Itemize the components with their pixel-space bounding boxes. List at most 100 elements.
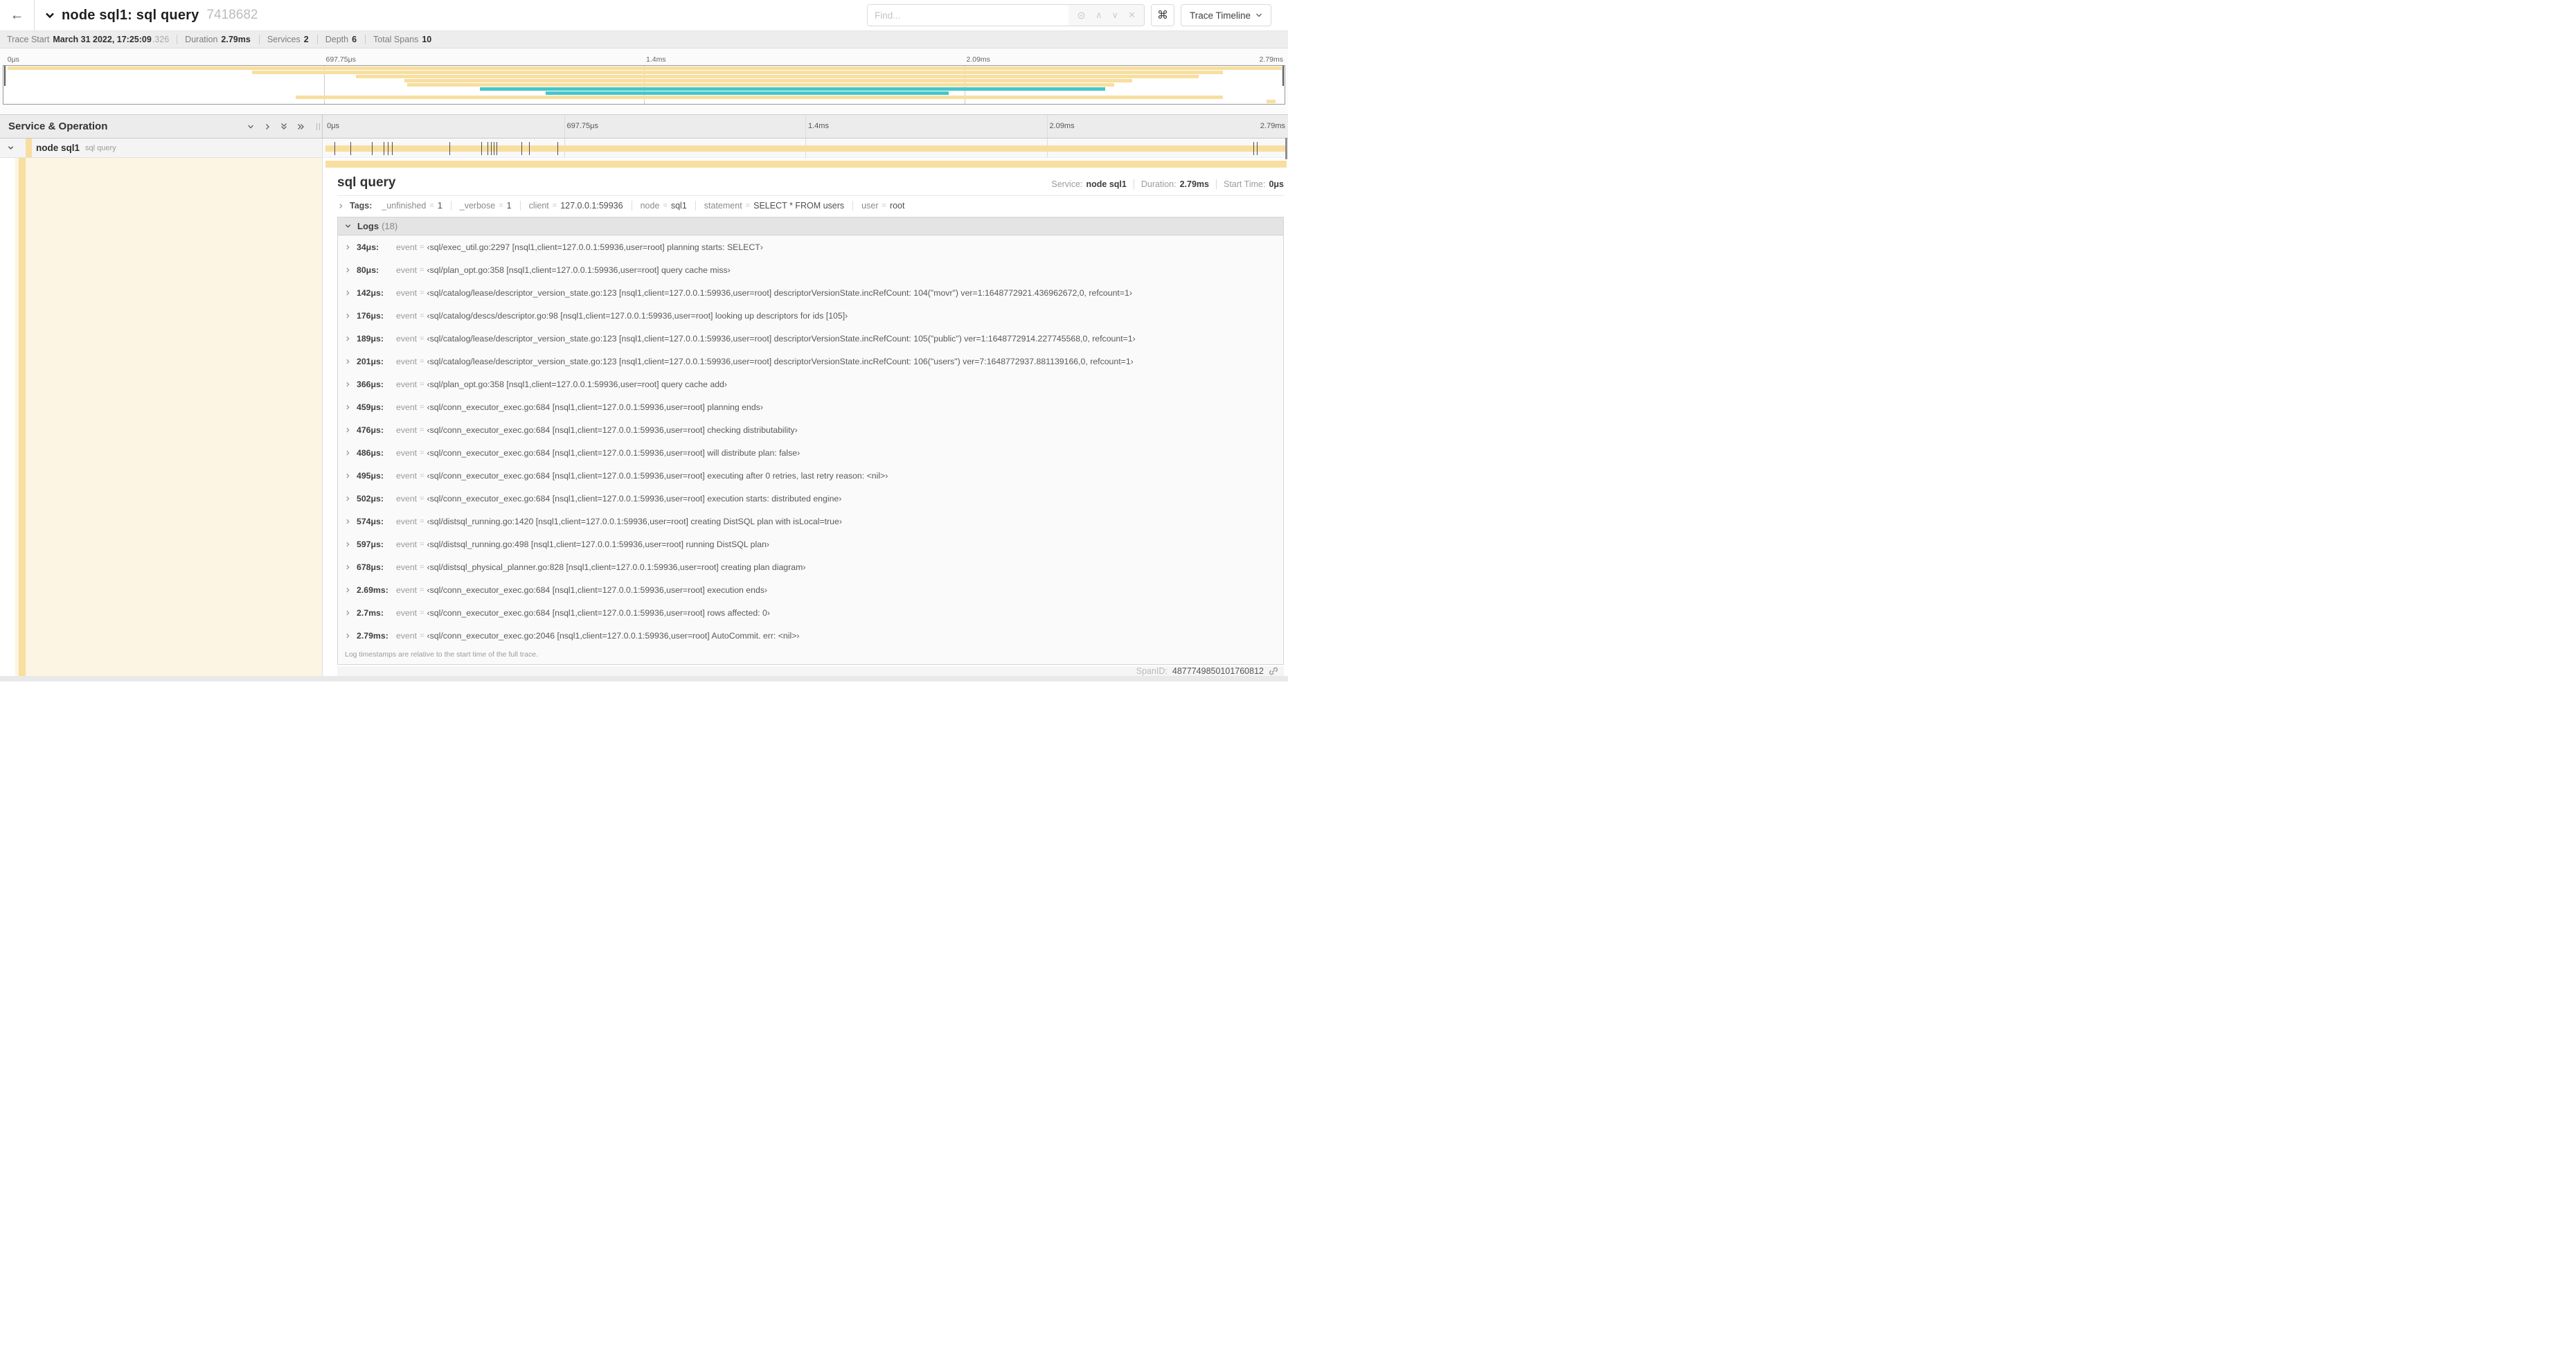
- log-value: ‹sql/conn_executor_exec.go:684 [nsql1,cl…: [427, 585, 768, 595]
- vertical-scrollbar-thumb[interactable]: [1285, 138, 1287, 159]
- tag-key: client: [528, 201, 549, 211]
- log-row[interactable]: 176μs: event = ‹sql/catalog/descs/descri…: [338, 304, 1283, 327]
- log-expand-chevron-icon[interactable]: [344, 335, 351, 342]
- log-expand-chevron-icon[interactable]: [344, 404, 351, 411]
- log-expand-chevron-icon[interactable]: [344, 312, 351, 319]
- log-row[interactable]: 678μs: event = ‹sql/distsql_physical_pla…: [338, 555, 1283, 578]
- log-field: event: [396, 379, 418, 389]
- span-id-row: SpanID: 4877749850101760812: [337, 666, 1284, 676]
- span-id-label: SpanID:: [1136, 666, 1168, 676]
- tags-expand-chevron-icon[interactable]: [337, 202, 344, 210]
- log-marker-tick: [481, 141, 483, 155]
- log-equals: =: [420, 288, 424, 297]
- log-row[interactable]: 459μs: event = ‹sql/conn_executor_exec.g…: [338, 395, 1283, 418]
- logs-collapse-chevron-icon[interactable]: [344, 222, 352, 230]
- minimap-time-labels: 0μs 697.75μs 1.4ms 2.09ms 2.79ms: [3, 55, 1285, 64]
- minimap-right-drag-handle[interactable]: [1282, 66, 1284, 86]
- logs-count: (18): [382, 221, 398, 231]
- log-equals: =: [420, 608, 424, 617]
- find-input[interactable]: [868, 5, 1069, 26]
- log-row[interactable]: 476μs: event = ‹sql/conn_executor_exec.g…: [338, 418, 1283, 441]
- minimap-left-drag-handle[interactable]: [4, 66, 6, 86]
- log-row[interactable]: 2.7ms: event = ‹sql/conn_executor_exec.g…: [338, 601, 1283, 624]
- log-expand-chevron-icon[interactable]: [344, 449, 351, 456]
- log-expand-chevron-icon[interactable]: [344, 587, 351, 594]
- span-row-name-cell[interactable]: node sql1 sql query: [0, 139, 322, 158]
- logs-header[interactable]: Logs (18): [338, 217, 1283, 235]
- tag-key: _unfinished: [382, 201, 427, 211]
- log-row[interactable]: 34μs: event = ‹sql/exec_util.go:2297 [ns…: [338, 235, 1283, 258]
- log-marker-tick: [557, 141, 558, 155]
- log-expand-chevron-icon[interactable]: [344, 289, 351, 296]
- log-row[interactable]: 366μs: event = ‹sql/plan_opt.go:358 [nsq…: [338, 373, 1283, 395]
- minimap-time-label: 0μs: [7, 55, 19, 64]
- span-collapse-chevron-icon[interactable]: [7, 144, 15, 152]
- log-field: event: [396, 447, 418, 458]
- log-expand-chevron-icon[interactable]: [344, 564, 351, 571]
- next-match-icon[interactable]: ∨: [1112, 10, 1119, 21]
- log-expand-chevron-icon[interactable]: [344, 267, 351, 274]
- log-value: ‹sql/plan_opt.go:358 [nsql1,client=127.0…: [427, 265, 731, 275]
- log-expand-chevron-icon[interactable]: [344, 381, 351, 388]
- log-expand-chevron-icon[interactable]: [344, 609, 351, 616]
- log-row[interactable]: 574μs: event = ‹sql/distsql_running.go:1…: [338, 510, 1283, 533]
- log-row[interactable]: 597μs: event = ‹sql/distsql_running.go:4…: [338, 533, 1283, 555]
- view-selector-label: Trace Timeline: [1189, 10, 1251, 21]
- span-detail-duration-bar[interactable]: [325, 161, 1287, 168]
- column-resizer-grip[interactable]: [316, 123, 320, 130]
- log-expand-chevron-icon[interactable]: [344, 244, 351, 251]
- log-row[interactable]: 486μs: event = ‹sql/conn_executor_exec.g…: [338, 441, 1283, 464]
- log-row[interactable]: 142μs: event = ‹sql/catalog/lease/descri…: [338, 281, 1283, 304]
- log-timestamp: 366μs:: [357, 379, 384, 389]
- trace-stats-bar: Trace Start March 31 2022, 17:25:09 .326…: [0, 31, 1288, 48]
- log-field: event: [396, 470, 418, 481]
- log-row[interactable]: 80μs: event = ‹sql/plan_opt.go:358 [nsql…: [338, 258, 1283, 281]
- clear-find-icon[interactable]: ✕: [1128, 10, 1136, 21]
- minimap-canvas[interactable]: [3, 65, 1285, 105]
- timeline-tick-label: 697.75μs: [566, 122, 598, 130]
- summary-label: Duration:: [1141, 179, 1177, 189]
- log-equals: =: [420, 494, 424, 503]
- log-equals: =: [420, 242, 424, 251]
- view-selector-button[interactable]: Trace Timeline: [1180, 4, 1271, 26]
- log-expand-chevron-icon[interactable]: [344, 541, 351, 548]
- log-timestamp: 574μs:: [357, 516, 384, 526]
- collapse-trace-chevron-icon[interactable]: [44, 11, 55, 19]
- stat-label: Duration: [185, 35, 218, 44]
- expand-all-icon[interactable]: [296, 123, 305, 131]
- log-expand-chevron-icon[interactable]: [344, 518, 351, 525]
- log-field: event: [396, 539, 418, 549]
- log-expand-chevron-icon[interactable]: [344, 472, 351, 479]
- minimap-span-bar: [251, 70, 1224, 75]
- match-locate-icon[interactable]: [1077, 11, 1086, 20]
- back-button[interactable]: ←: [0, 0, 35, 30]
- log-field: event: [396, 402, 418, 412]
- log-row[interactable]: 2.69ms: event = ‹sql/conn_executor_exec.…: [338, 578, 1283, 601]
- log-row[interactable]: 201μs: event = ‹sql/catalog/lease/descri…: [338, 350, 1283, 373]
- find-suffix: ∧ ∨ ✕: [1068, 5, 1144, 26]
- keyboard-shortcuts-button[interactable]: ⌘: [1150, 4, 1174, 26]
- log-marker-tick: [371, 141, 373, 155]
- log-value: ‹sql/distsql_running.go:1420 [nsql1,clie…: [427, 516, 842, 526]
- log-row[interactable]: 502μs: event = ‹sql/conn_executor_exec.g…: [338, 487, 1283, 510]
- log-row[interactable]: 495μs: event = ‹sql/conn_executor_exec.g…: [338, 464, 1283, 487]
- expand-one-icon[interactable]: [263, 123, 271, 131]
- stat-value: 2: [303, 35, 309, 44]
- log-row[interactable]: 189μs: event = ‹sql/catalog/lease/descri…: [338, 327, 1283, 350]
- log-expand-chevron-icon[interactable]: [344, 358, 351, 365]
- collapse-one-icon[interactable]: [247, 123, 255, 131]
- log-expand-chevron-icon[interactable]: [344, 495, 351, 502]
- tags-section[interactable]: Tags: _unfinished = 1 _verbose = 1 clien…: [337, 201, 1284, 212]
- prev-match-icon[interactable]: ∧: [1095, 10, 1102, 21]
- deep-link-icon[interactable]: [1269, 666, 1278, 676]
- timeline-ticks-header: 0μs 697.75μs 1.4ms 2.09ms 2.79ms: [322, 115, 1288, 138]
- minimap-span-bar: [355, 74, 1199, 79]
- log-row[interactable]: 2.79ms: event = ‹sql/conn_executor_exec.…: [338, 624, 1283, 647]
- stat-value: 10: [422, 35, 432, 44]
- span-duration-bar[interactable]: [325, 145, 1287, 152]
- log-expand-chevron-icon[interactable]: [344, 427, 351, 434]
- tag-equals: =: [552, 202, 557, 211]
- log-expand-chevron-icon[interactable]: [344, 632, 351, 639]
- stat-value: 6: [352, 35, 357, 44]
- collapse-all-icon[interactable]: [280, 122, 288, 131]
